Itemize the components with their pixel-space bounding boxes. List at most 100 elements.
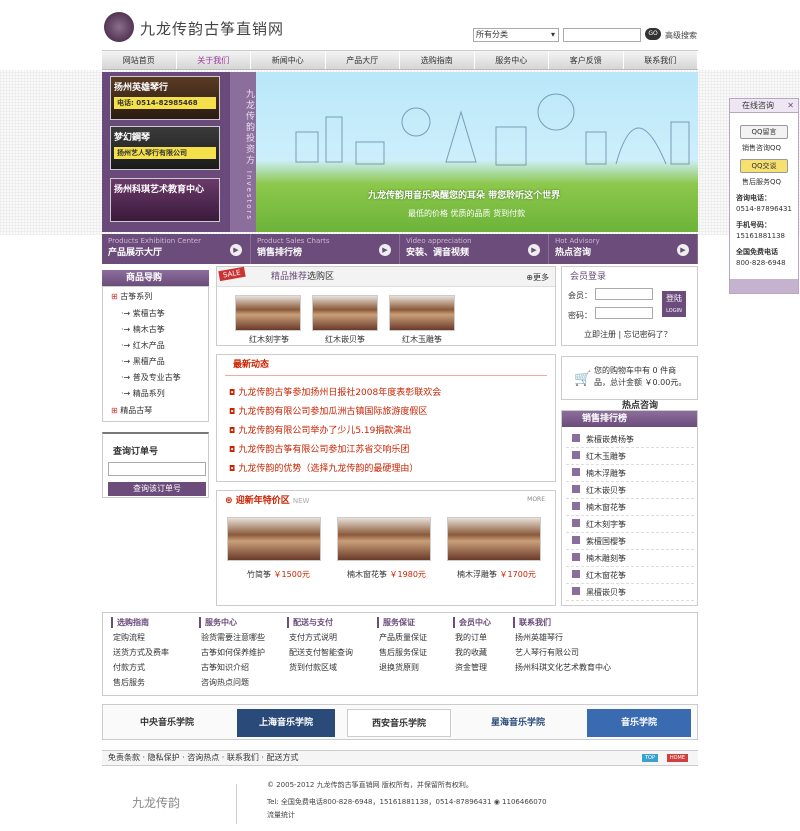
footer-link[interactable]: 送货方式及费率 bbox=[111, 647, 169, 658]
newyear-more-link[interactable]: MORE bbox=[527, 496, 545, 503]
news-item[interactable]: ◘ 九龙传韵的优势（选择九龙传韵的最硬理由） bbox=[229, 461, 418, 474]
footer-link[interactable]: 我的订单 bbox=[453, 632, 491, 643]
rank-item[interactable]: 楠木雕刻筝 bbox=[566, 550, 694, 567]
newyear-product-image[interactable] bbox=[227, 517, 321, 561]
play-icon[interactable]: ▶ bbox=[230, 244, 242, 256]
newyear-product[interactable]: 楠木浮雕筝 ￥1700元 bbox=[457, 569, 536, 580]
site-logo-icon[interactable] bbox=[104, 12, 134, 42]
footer-link[interactable]: 扬州科琪文化艺术教育中心 bbox=[513, 662, 611, 673]
top-button[interactable]: TOP bbox=[641, 754, 658, 762]
promo-mengjuan[interactable]: 梦幻鋼琴 扬州艺人琴行有限公司 bbox=[110, 126, 220, 170]
featured-product-name[interactable]: 红木嵌贝筝 bbox=[325, 334, 365, 345]
cart-icon[interactable]: 🛒 bbox=[574, 371, 591, 387]
strip-hot[interactable]: Hot Advisory 热点咨询 ▶ bbox=[549, 234, 698, 264]
guide-group-guzheng[interactable]: ⊞ 古筝系列 bbox=[111, 291, 152, 302]
forgot-password-link[interactable]: 忘记密码了？ bbox=[624, 330, 672, 339]
qq-message-button[interactable]: QQ留言 bbox=[740, 125, 788, 139]
rank-item[interactable]: 紫檀国樱筝 bbox=[566, 533, 694, 550]
newyear-product-image[interactable] bbox=[447, 517, 541, 561]
partner-logo-xacm[interactable]: 西安音乐学院 bbox=[347, 709, 451, 737]
footer-link[interactable]: 验货需要注意哪些 bbox=[199, 632, 265, 643]
newyear-product[interactable]: 竹简筝 ￥1500元 bbox=[247, 569, 310, 580]
rank-item[interactable]: 红木窗花筝 bbox=[566, 567, 694, 584]
newyear-product[interactable]: 楠木窗花筝 ￥1980元 bbox=[347, 569, 426, 580]
nav-about[interactable]: 关于我们 bbox=[177, 51, 251, 69]
footer-link[interactable]: 货到付款区域 bbox=[287, 662, 353, 673]
search-input[interactable] bbox=[563, 28, 641, 42]
footer-link[interactable]: 配送支付智能查询 bbox=[287, 647, 353, 658]
strip-products[interactable]: Products Exhibition Center 产品展示大厅 ▶ bbox=[102, 234, 251, 264]
advanced-search-link[interactable]: 高级搜索 bbox=[665, 30, 697, 41]
guide-item[interactable]: ·→ 红木产品 bbox=[121, 340, 165, 351]
guide-group-guqin[interactable]: ⊞ 精品古琴 bbox=[111, 405, 152, 416]
featured-product-image[interactable] bbox=[389, 295, 455, 331]
strip-sales[interactable]: Product Sales Charts 销售排行榜 ▶ bbox=[251, 234, 400, 264]
rank-item[interactable]: 黑檀嵌贝筝 bbox=[566, 584, 694, 601]
category-select[interactable]: 所有分类 ▾ bbox=[473, 28, 559, 42]
play-icon[interactable]: ▶ bbox=[677, 244, 689, 256]
qq-chat-button[interactable]: QQ交谈 bbox=[740, 159, 788, 173]
featured-product-name[interactable]: 红木刻字筝 bbox=[249, 334, 289, 345]
close-icon[interactable]: ✕ bbox=[787, 99, 794, 113]
partner-logo-music-college[interactable]: 音乐学院 bbox=[587, 709, 691, 737]
featured-product-image[interactable] bbox=[312, 295, 378, 331]
rank-item[interactable]: 红木嵌贝筝 bbox=[566, 482, 694, 499]
news-item[interactable]: ◘ 九龙传韵古筝有限公司参加江苏省交响乐团 bbox=[229, 442, 409, 455]
promo-yingxiong[interactable]: 扬州英雄琴行 电话: 0514-82985468 bbox=[110, 76, 220, 120]
footer-link[interactable]: 古筝知识介绍 bbox=[199, 662, 265, 673]
stats-link[interactable]: 流量统计 bbox=[267, 809, 547, 822]
login-button[interactable]: 登陆 LOGIN bbox=[662, 291, 686, 317]
featured-more-link[interactable]: ⊕更多 bbox=[526, 272, 549, 283]
footer-link[interactable]: 退换货原则 bbox=[377, 662, 427, 673]
footer-link[interactable]: 支付方式说明 bbox=[287, 632, 353, 643]
rank-item[interactable]: 红木刻字筝 bbox=[566, 516, 694, 533]
partner-logo-xinghai[interactable]: 星海音乐学院 bbox=[463, 709, 573, 737]
order-query-button[interactable]: 查询该订单号 bbox=[108, 482, 206, 496]
nav-guide[interactable]: 选购指南 bbox=[400, 51, 475, 69]
play-icon[interactable]: ▶ bbox=[528, 244, 540, 256]
guide-item[interactable]: ·→ 楠木古筝 bbox=[121, 324, 165, 335]
strip-video[interactable]: Video appreciation 安装、调音视频 ▶ bbox=[400, 234, 549, 264]
news-item[interactable]: ◘ 九龙传韵有限公司举办了少儿5.19捐款演出 bbox=[229, 423, 411, 436]
login-username-input[interactable] bbox=[595, 288, 653, 300]
footer-link[interactable]: 咨询热点问题 bbox=[199, 677, 265, 688]
footer-link[interactable]: 我的收藏 bbox=[453, 647, 491, 658]
promo-keqi[interactable]: 扬州科琪艺术教育中心 bbox=[110, 178, 220, 222]
rank-item[interactable]: 红木玉雕筝 bbox=[566, 448, 694, 465]
news-item[interactable]: ◘ 九龙传韵古筝参加扬州日报社2008年度表彰联欢会 bbox=[229, 385, 441, 398]
go-button[interactable]: GO bbox=[645, 28, 661, 40]
play-icon[interactable]: ▶ bbox=[379, 244, 391, 256]
footer-link[interactable]: 定购流程 bbox=[111, 632, 169, 643]
partner-logo-ccom[interactable]: 中央音乐学院 bbox=[111, 709, 223, 737]
footer-link[interactable]: 资金管理 bbox=[453, 662, 491, 673]
featured-product-name[interactable]: 红木玉雕筝 bbox=[402, 334, 442, 345]
footer-link[interactable]: 扬州英雄琴行 bbox=[513, 632, 611, 643]
partner-logo-shcm[interactable]: 上海音乐学院 bbox=[237, 709, 335, 737]
nav-feedback[interactable]: 客户反馈 bbox=[549, 51, 624, 69]
newyear-product-image[interactable] bbox=[337, 517, 431, 561]
site-logo-text[interactable]: 九龙传韵古筝直销网 bbox=[140, 18, 284, 39]
login-password-input[interactable] bbox=[595, 307, 653, 319]
featured-product-image[interactable] bbox=[235, 295, 301, 331]
guide-item[interactable]: ·→ 普及专业古筝 bbox=[121, 372, 181, 383]
footer-link[interactable]: 古筝如何保养维护 bbox=[199, 647, 265, 658]
footer-link[interactable]: 售后服务保证 bbox=[377, 647, 427, 658]
rank-item[interactable]: 楠木浮雕筝 bbox=[566, 465, 694, 482]
footer-link[interactable]: 付款方式 bbox=[111, 662, 169, 673]
nav-contact[interactable]: 联系我们 bbox=[624, 51, 698, 69]
guide-item[interactable]: ·→ 紫檀古筝 bbox=[121, 308, 165, 319]
rank-item[interactable]: 紫檀嵌黄杨筝 bbox=[566, 431, 694, 448]
guide-item[interactable]: ·→ 黑檀产品 bbox=[121, 356, 165, 367]
hero-banner[interactable]: 九龙传韵用音乐唤醒您的耳朵 带您聆听这个世界 最低的价格 优质的品质 货到付款 bbox=[256, 72, 698, 232]
bottom-links[interactable]: 免责条款 · 隐私保护 · 咨询热点 · 联系我们 · 配送方式 bbox=[108, 753, 299, 762]
rank-item[interactable]: 楠木窗花筝 bbox=[566, 499, 694, 516]
nav-news[interactable]: 新闻中心 bbox=[251, 51, 326, 69]
guide-item[interactable]: ·→ 精品系列 bbox=[121, 388, 165, 399]
footer-link[interactable]: 售后服务 bbox=[111, 677, 169, 688]
nav-home[interactable]: 网站首页 bbox=[102, 51, 177, 69]
footer-link[interactable]: 产品质量保证 bbox=[377, 632, 427, 643]
order-number-input[interactable] bbox=[108, 462, 206, 476]
home-button[interactable]: HOME bbox=[666, 754, 688, 762]
nav-products[interactable]: 产品大厅 bbox=[326, 51, 400, 69]
footer-link[interactable]: 艺人琴行有限公司 bbox=[513, 647, 611, 658]
